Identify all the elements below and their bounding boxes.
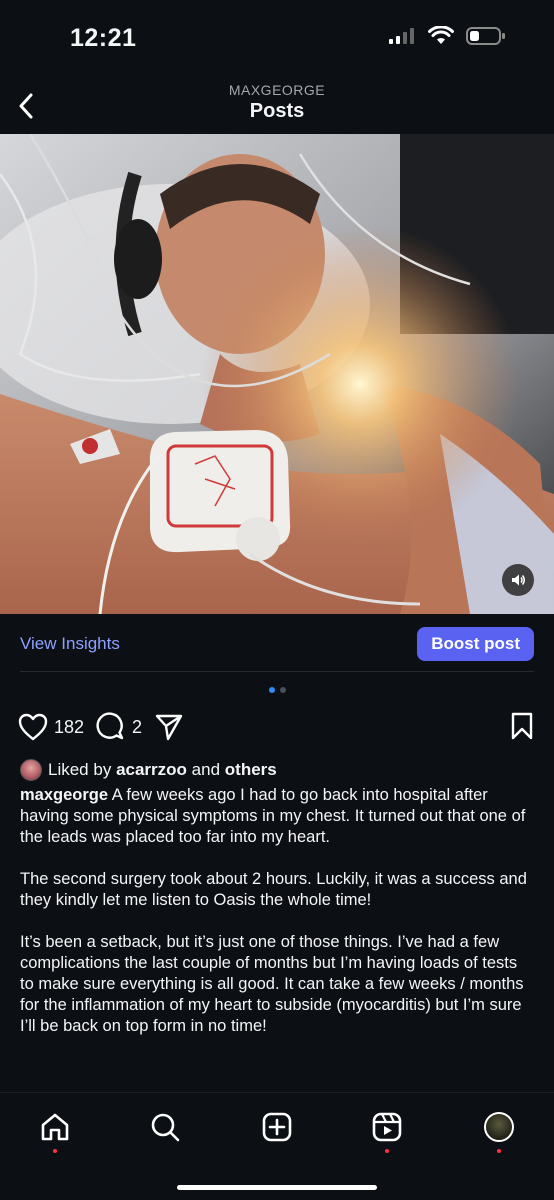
carousel-dot	[279, 687, 286, 693]
bottom-nav	[0, 1092, 554, 1200]
bookmark-icon	[511, 712, 533, 740]
nav-reels[interactable]	[369, 1109, 405, 1153]
liked-by-and: and	[191, 760, 221, 779]
caption-username[interactable]: maxgeorge	[20, 786, 108, 804]
carousel-indicator	[0, 687, 554, 693]
page-title: Posts	[249, 100, 305, 122]
caption-paragraph: The second surgery took about 2 hours. L…	[20, 870, 527, 909]
home-icon	[41, 1113, 69, 1141]
insights-row: View Insights Boost post	[20, 620, 534, 672]
notification-dot	[497, 1149, 501, 1153]
nav-home[interactable]	[37, 1109, 73, 1153]
create-icon	[262, 1112, 292, 1142]
nav-create[interactable]	[259, 1109, 295, 1145]
profile-avatar	[484, 1112, 514, 1142]
share-button[interactable]	[154, 713, 184, 741]
cellular-signal-icon	[389, 28, 414, 44]
caption-paragraph: It’s been a setback, but it’s just one o…	[20, 933, 524, 1035]
heart-icon	[18, 713, 48, 741]
wifi-icon	[428, 26, 454, 44]
comment-count: 2	[132, 716, 143, 737]
posts-header: MAXGEORGE Posts	[0, 78, 554, 134]
nav-search[interactable]	[147, 1109, 183, 1145]
nav-profile[interactable]	[481, 1109, 517, 1153]
liked-by-row[interactable]: Liked by acarrzoo and others	[20, 758, 534, 782]
battery-icon	[466, 27, 505, 45]
status-time: 12:21	[70, 24, 137, 52]
post-image[interactable]	[0, 134, 554, 614]
reels-icon	[372, 1112, 402, 1142]
speaker-icon	[512, 574, 525, 586]
save-button[interactable]	[510, 712, 534, 745]
post-photo	[0, 134, 554, 614]
account-name: MAXGEORGE	[228, 82, 326, 98]
notification-dot	[53, 1149, 57, 1153]
carousel-dot	[268, 687, 275, 693]
liked-by-user[interactable]: acarrzoo	[116, 760, 187, 780]
post-caption: maxgeorge A few weeks ago I had to go ba…	[20, 785, 532, 1058]
comment-button[interactable]: 2	[96, 712, 154, 742]
view-insights-link[interactable]: View Insights	[20, 634, 120, 654]
liked-by-others[interactable]: others	[225, 760, 277, 780]
search-icon	[151, 1113, 180, 1142]
like-button[interactable]: 182	[18, 713, 96, 741]
boost-post-button[interactable]: Boost post	[417, 627, 534, 661]
caption-paragraph: maxgeorge A few weeks ago I had to go ba…	[20, 785, 532, 848]
like-count: 182	[54, 716, 85, 737]
status-bar: 12:21	[0, 0, 554, 78]
home-indicator	[177, 1185, 377, 1190]
liked-by-prefix: Liked by	[48, 760, 112, 779]
post-actions: 182 2	[18, 708, 534, 746]
liker-avatar	[20, 759, 42, 781]
sound-toggle-button[interactable]	[502, 564, 534, 596]
status-icons	[388, 26, 506, 46]
comment-icon	[96, 712, 124, 740]
send-icon	[155, 714, 183, 741]
notification-dot	[385, 1149, 389, 1153]
